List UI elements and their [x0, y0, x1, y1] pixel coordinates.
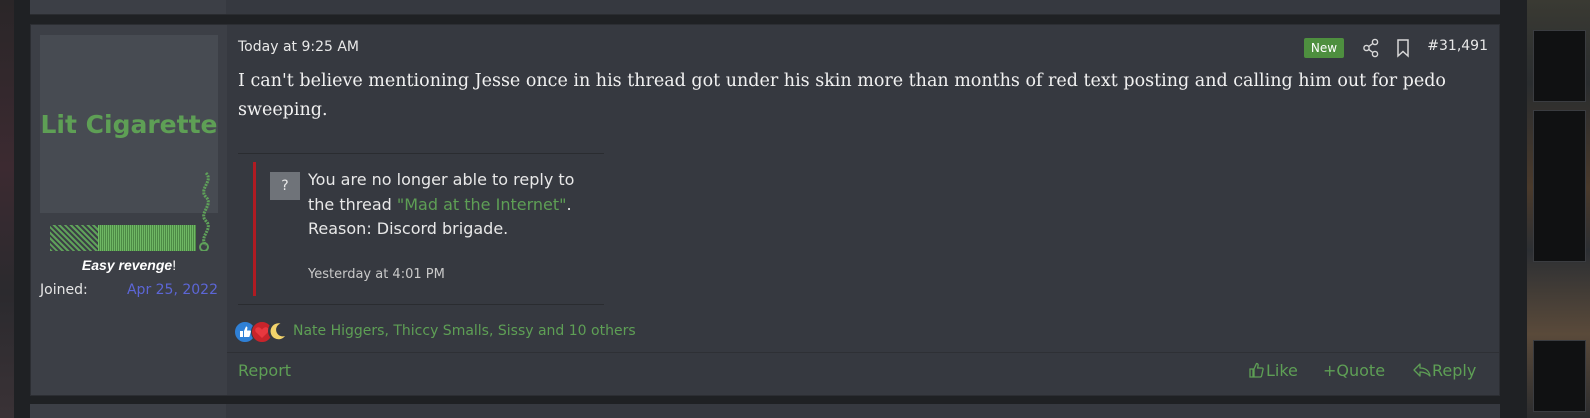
like-label: Like — [1266, 361, 1298, 380]
joined-date: Apr 25, 2022 — [126, 282, 218, 298]
report-button[interactable]: Report — [238, 361, 291, 380]
thumbs-up-icon — [1249, 362, 1264, 378]
previous-post — [30, 0, 1500, 15]
post-body: Today at 9:25 AM New #31,491 I can't bel… — [227, 25, 1499, 395]
post-actions: Like +Quote Reply — [1248, 361, 1488, 383]
share-icon[interactable] — [1362, 38, 1380, 58]
reply-label: Reply — [1432, 361, 1477, 380]
user-info: Lit Cigarette Easy revenge! Joined: Apr … — [31, 25, 227, 395]
reply-button[interactable]: Reply — [1412, 361, 1476, 380]
quote-bar — [253, 162, 256, 296]
post-message: I can't believe mentioning Jesse once in… — [238, 71, 1446, 120]
avatar[interactable]: Lit Cigarette — [40, 35, 218, 213]
page-background-right — [1527, 0, 1590, 418]
moon-reaction-icon — [268, 321, 288, 341]
footer-divider — [227, 352, 1499, 353]
bookmark-icon[interactable] — [1396, 38, 1410, 58]
plus-icon: + — [1323, 361, 1337, 380]
like-button[interactable]: Like — [1248, 361, 1298, 380]
thread-reply-banned-embed: ? You are no longer able to reply to the… — [238, 153, 604, 305]
embed-message: You are no longer able to reply to the t… — [308, 170, 575, 238]
quote-label: Quote — [1336, 361, 1386, 380]
user-title: Easy revenge! — [81, 257, 177, 273]
user-banner — [50, 225, 196, 251]
signature-squiggle-icon — [199, 171, 210, 251]
reaction-users-link[interactable]: Nate Higgers, Thiccy Smalls, Sissy and 1… — [293, 323, 636, 339]
new-badge: New — [1304, 38, 1344, 58]
post-timestamp[interactable]: Today at 9:25 AM — [238, 39, 359, 55]
joined-label: Joined: — [40, 282, 88, 298]
next-post — [30, 404, 1500, 418]
post: Lit Cigarette Easy revenge! Joined: Apr … — [30, 24, 1500, 396]
embed-timestamp: Yesterday at 4:01 PM — [308, 267, 445, 282]
reply-arrow-icon — [1413, 363, 1431, 377]
question-mark-icon: ? — [270, 172, 300, 200]
avatar-text: Lit Cigarette — [40, 109, 218, 139]
thread-link[interactable]: "Mad at the Internet" — [397, 195, 567, 214]
quote-button[interactable]: +Quote — [1323, 361, 1385, 380]
joined-info: Joined: Apr 25, 2022 — [40, 282, 218, 302]
page-background-left — [0, 0, 14, 418]
post-number-link[interactable]: #31,491 — [1427, 38, 1488, 54]
